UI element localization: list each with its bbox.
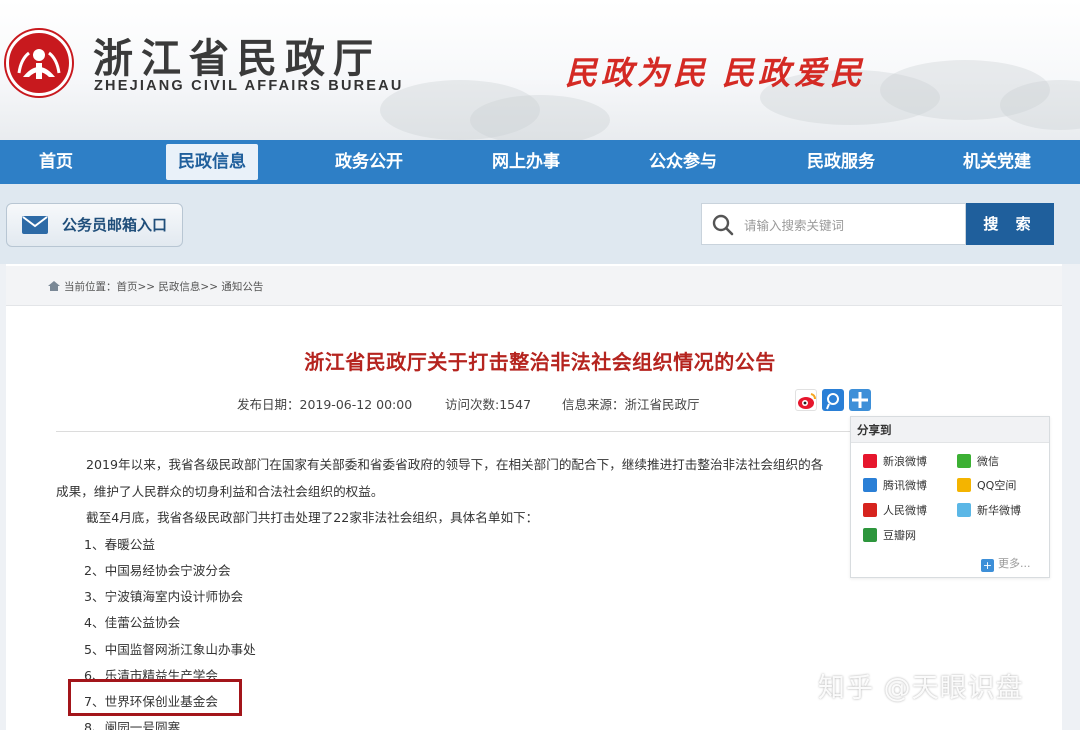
nav-home[interactable]: 首页 [27, 144, 85, 180]
site-name-english: ZHEJIANG CIVIL AFFAIRS BUREAU [94, 78, 404, 94]
share-tencent-weibo[interactable]: 腾讯微博 [863, 477, 927, 495]
list-item: 1、春暖公益 [84, 537, 155, 552]
list-item: 3、宁波镇海室内设计师协会 [84, 589, 244, 604]
share-panel-title: 分享到 [851, 417, 1049, 443]
tencent-weibo-icon [863, 478, 877, 492]
civil-affairs-logo[interactable] [6, 30, 72, 96]
visit-count: 访问次数:1547 [445, 397, 532, 412]
search-input[interactable] [744, 213, 959, 237]
more-share-icon[interactable] [849, 389, 871, 411]
search-icon [712, 214, 734, 240]
nav-civil-info[interactable]: 民政信息 [166, 144, 258, 180]
publish-date: 发布日期：2019-06-12 00:00 [237, 397, 413, 412]
paragraph-count: 截至4月底，我省各级民政部门共打击处理了22家非法社会组织，具体名单如下： [86, 510, 539, 525]
share-qzone[interactable]: QQ空间 [957, 477, 1016, 495]
share-more-link[interactable]: + 更多... [981, 555, 1031, 572]
site-name: 浙江省民政厅 [93, 35, 381, 82]
share-xinhua-weibo[interactable]: 新华微博 [957, 502, 1021, 520]
search-box [701, 203, 966, 245]
people-weibo-icon [863, 503, 877, 517]
breadcrumb-text[interactable]: 当前位置：首页>> 民政信息>> 通知公告 [64, 281, 263, 293]
nav-public-participation[interactable]: 公众参与 [637, 144, 729, 180]
share-sina-weibo[interactable]: 新浪微博 [863, 453, 927, 471]
watermark: 知乎 @天眼识盘 [818, 673, 1024, 704]
site-header: 浙江省民政厅 ZHEJIANG CIVIL AFFAIRS BUREAU 民政为… [0, 0, 1080, 140]
breadcrumb: 当前位置：首页>> 民政信息>> 通知公告 [48, 279, 263, 294]
wechat-icon [957, 454, 971, 468]
share-douban[interactable]: 豆瓣网 [863, 527, 916, 545]
sina-weibo-icon [863, 454, 877, 468]
article-title: 浙江省民政厅关于打击整治非法社会组织情况的公告 [304, 350, 776, 374]
xinhua-weibo-icon [957, 503, 971, 517]
list-item: 8、阑园一号圆寨 [84, 720, 181, 730]
slogan-left: 民政为民 [565, 54, 710, 92]
paragraph-intro-continued: 成果，维护了人民群众的切身利益和合法社会组织的权益。 [56, 484, 384, 499]
info-source: 信息来源：浙江省民政厅 [562, 397, 700, 412]
main-nav: 首页 民政信息 政务公开 网上办事 公众参与 民政服务 机关党建 [0, 140, 1080, 184]
highlight-box [68, 679, 242, 716]
list-item: 5、中国监督网浙江象山办事处 [84, 642, 256, 657]
share-people-weibo[interactable]: 人民微博 [863, 502, 927, 520]
mail-button-label: 公务员邮箱入口 [62, 216, 168, 234]
nav-party-building[interactable]: 机关党建 [951, 144, 1043, 180]
search-button[interactable]: 搜 索 [966, 203, 1054, 245]
qzone-icon [957, 478, 971, 492]
nav-gov-affairs[interactable]: 政务公开 [323, 144, 415, 180]
envelope-icon [21, 215, 49, 239]
nav-online-services[interactable]: 网上办事 [480, 144, 572, 180]
list-item: 2、中国易经协会宁波分会 [84, 563, 231, 578]
tencent-weibo-icon[interactable] [822, 389, 844, 411]
share-panel: 分享到 新浪微博 微信 腾讯微博 QQ空间 人民微博 新华微博 豆瓣网 + 更多.… [850, 416, 1050, 578]
civil-servant-mail-button[interactable]: 公务员邮箱入口 [6, 203, 183, 247]
douban-icon [863, 528, 877, 542]
share-wechat[interactable]: 微信 [957, 453, 999, 471]
meta-divider [56, 431, 856, 432]
paragraph-intro: 2019年以来，我省各级民政部门在国家有关部委和省委省政府的领导下，在相关部门的… [86, 457, 824, 472]
home-icon [48, 281, 60, 294]
nav-civil-services[interactable]: 民政服务 [795, 144, 887, 180]
plus-icon: + [981, 559, 994, 572]
list-item: 4、佳蕾公益协会 [84, 615, 181, 630]
sina-weibo-icon[interactable] [795, 389, 817, 411]
slogan-right: 民政爱民 [722, 54, 867, 92]
